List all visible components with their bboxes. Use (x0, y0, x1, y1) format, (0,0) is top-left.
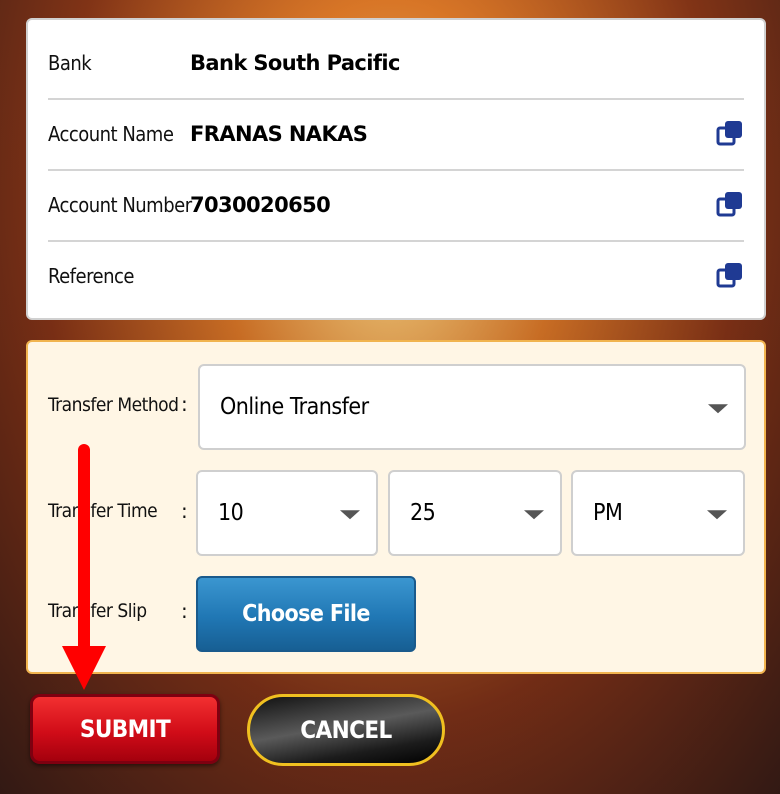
ampm-value: PM (593, 500, 623, 526)
cancel-button[interactable]: CANCEL (247, 694, 445, 766)
bank-value: Bank South Pacific (190, 51, 400, 75)
hour-select[interactable]: 10 (196, 470, 378, 556)
chevron-down-icon (340, 510, 360, 520)
account-name-value: FRANAS NAKAS (190, 122, 368, 146)
account-number-row: Account Number 7030020650 (48, 170, 744, 242)
transfer-time-colon: : (181, 499, 188, 523)
copy-reference-icon[interactable] (716, 262, 744, 290)
deposit-form-panel: Transfer Method : Online Transfer Transf… (26, 340, 766, 674)
copy-account-number-icon[interactable] (716, 191, 744, 219)
chevron-down-icon (524, 510, 544, 520)
transfer-slip-label: Transfer Slip (48, 600, 147, 622)
minute-value: 25 (410, 500, 436, 526)
minute-select[interactable]: 25 (388, 470, 562, 556)
transfer-method-value: Online Transfer (220, 394, 369, 420)
reference-row: Reference (48, 241, 744, 311)
transfer-method-colon: : (181, 392, 188, 416)
account-name-row: Account Name FRANAS NAKAS (48, 99, 744, 171)
bank-label: Bank (48, 51, 92, 75)
transfer-time-label: Transfer Time (48, 500, 158, 522)
bank-details-panel: Bank Bank South Pacific Account Name FRA… (26, 18, 766, 320)
chevron-down-icon (707, 510, 727, 520)
transfer-method-select[interactable]: Online Transfer (198, 364, 746, 450)
account-number-label: Account Number (48, 193, 192, 217)
chevron-down-icon (708, 404, 728, 414)
submit-button[interactable]: SUBMIT (30, 694, 220, 764)
transfer-slip-colon: : (181, 599, 188, 623)
transfer-method-label: Transfer Method (48, 394, 179, 416)
reference-label: Reference (48, 264, 134, 288)
choose-file-button[interactable]: Choose File (196, 576, 416, 652)
bank-row: Bank Bank South Pacific (48, 28, 744, 100)
hour-value: 10 (218, 500, 244, 526)
account-number-value: 7030020650 (190, 193, 331, 217)
copy-account-name-icon[interactable] (716, 120, 744, 148)
ampm-select[interactable]: PM (571, 470, 745, 556)
account-name-label: Account Name (48, 122, 174, 146)
